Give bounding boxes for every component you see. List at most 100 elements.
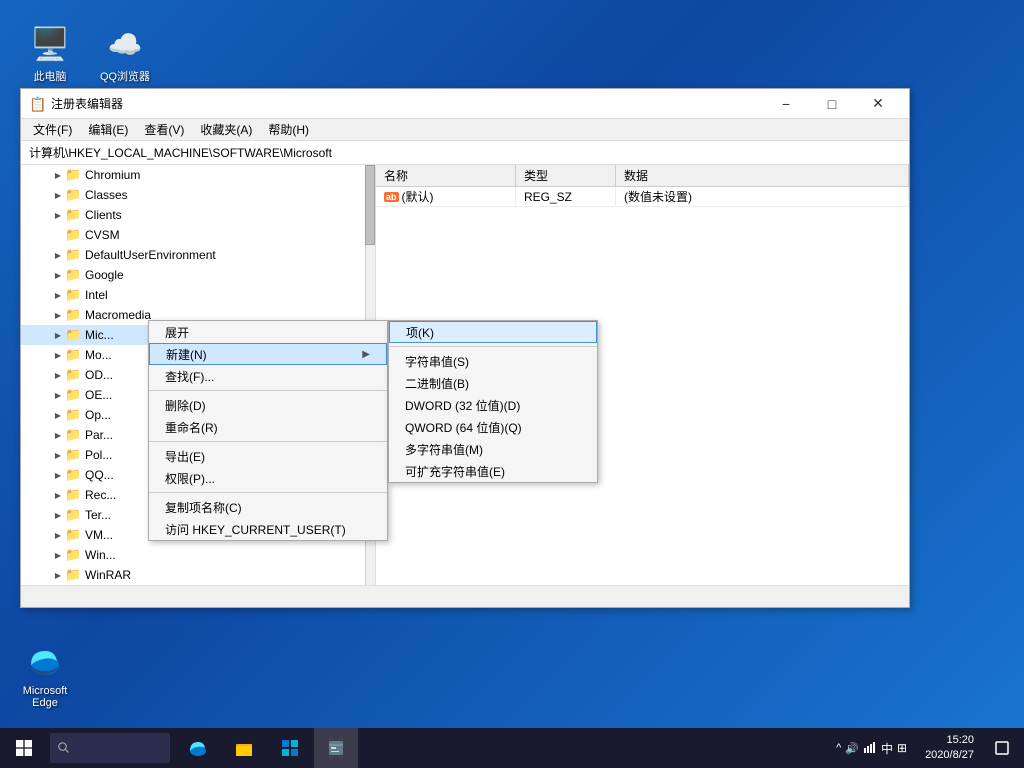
taskbar-store-button[interactable] [268,728,312,768]
ctx-sep-3 [149,492,387,493]
sub-item-binary[interactable]: 二进制值(B) [389,372,597,394]
table-row[interactable]: ab (默认) REG_SZ (数值未设置) [376,187,909,207]
edge-label: MicrosoftEdge [23,685,68,709]
desktop-icon-qq-browser[interactable]: ☁️ QQ浏览器 [90,20,160,88]
tree-arrow: ▶ [51,528,65,542]
taskbar: ^ 🔊 中 ⊞ 15:20 2020/8/27 [0,728,1024,768]
col-header-name: 名称 [376,165,516,186]
sub-sep-1 [389,346,597,347]
taskbar-explorer-button[interactable] [222,728,266,768]
taskbar-icons [172,728,362,768]
clock-date: 2020/8/27 [925,748,974,763]
sys-tray-icons: ^ 🔊 中 ⊞ [832,740,911,757]
ctx-rename[interactable]: 重命名(R) [149,416,387,438]
tray-network-icon[interactable] [863,740,877,757]
folder-icon: 📁 [65,267,81,283]
sub-item-dword[interactable]: DWORD (32 位值)(D) [389,394,597,416]
tray-lang-zh[interactable]: 中 [881,740,893,757]
tray-lang-switch[interactable]: ⊞ [897,741,907,755]
sub-item-string[interactable]: 字符串值(S) [389,350,597,372]
ctx-copy-name[interactable]: 复制项名称(C) [149,496,387,518]
store-icon [280,738,300,758]
menu-bar: 文件(F) 编辑(E) 查看(V) 收藏夹(A) 帮助(H) [21,119,909,141]
ctx-new[interactable]: 新建(N) ▶ [149,343,387,365]
cell-type: REG_SZ [516,187,616,206]
tree-arrow: ▶ [51,568,65,582]
tree-item-cvsm[interactable]: ▶ 📁 CVSM [21,225,375,245]
tree-label: Mic... [85,328,114,342]
minimize-button[interactable]: − [763,89,809,119]
tree-item-classes[interactable]: ▶ 📁 Classes [21,185,375,205]
menu-edit[interactable]: 编辑(E) [80,119,136,140]
taskbar-edge-button[interactable] [176,728,220,768]
menu-help[interactable]: 帮助(H) [260,119,317,140]
tree-label: DefaultUserEnvironment [85,248,216,262]
tree-label: Pol... [85,448,112,462]
tree-label: VM... [85,528,113,542]
tree-label: OD... [85,368,113,382]
sub-item-multistring[interactable]: 多字符串值(M) [389,438,597,460]
menu-view[interactable]: 查看(V) [136,119,192,140]
taskbar-clock[interactable]: 15:20 2020/8/27 [917,733,982,764]
tree-item-google[interactable]: ▶ 📁 Google [21,265,375,285]
ctx-expand[interactable]: 展开 [149,321,387,343]
folder-icon: 📁 [65,447,81,463]
tree-label: Op... [85,408,111,422]
folder-icon: 📁 [65,387,81,403]
folder-icon: 📁 [65,207,81,223]
desktop-icon-edge[interactable]: MicrosoftEdge [10,637,80,713]
tree-label: WinRAR [85,568,131,582]
tree-label: Mo... [85,348,112,362]
title-icon: 📋 [29,96,45,112]
sub-item-expandstring[interactable]: 可扩充字符串值(E) [389,460,597,482]
row-name: (默认) [402,188,434,205]
close-button[interactable]: ✕ [855,89,901,119]
status-bar [21,585,909,607]
tray-speaker-icon[interactable]: 🔊 [845,742,859,755]
tree-item-defaultuser[interactable]: ▶ 📁 DefaultUserEnvironment [21,245,375,265]
cell-data: (数值未设置) [616,187,909,206]
tree-item-winrar[interactable]: ▶ 📁 WinRAR [21,565,375,585]
tree-label: Clients [85,208,122,222]
tree-item-chromium[interactable]: ▶ 📁 Chromium [21,165,375,185]
ab-badge: ab [384,192,399,202]
tree-item-clients[interactable]: ▶ 📁 Clients [21,205,375,225]
tree-label: Rec... [85,488,116,502]
desktop: 🖥️ 此电脑 ☁️ QQ浏览器 MicrosoftEdge 📋 注册表编辑器 −… [0,0,1024,768]
maximize-button[interactable]: □ [809,89,855,119]
tree-label: Chromium [85,168,140,182]
tray-arrow[interactable]: ^ [836,742,841,754]
taskbar-regedit-button[interactable] [314,728,358,768]
ctx-delete[interactable]: 删除(D) [149,394,387,416]
sub-item-key[interactable]: 项(K) [389,321,597,343]
sub-item-qword[interactable]: QWORD (64 位值)(Q) [389,416,597,438]
start-button[interactable] [0,728,48,768]
ctx-export[interactable]: 导出(E) [149,445,387,467]
explorer-icon [234,738,254,758]
tree-item-intel[interactable]: ▶ 📁 Intel [21,285,375,305]
ctx-find[interactable]: 查找(F)... [149,365,387,387]
tree-label: OE... [85,388,112,402]
tree-item-win[interactable]: ▶ 📁 Win... [21,545,375,565]
notification-button[interactable] [988,728,1016,768]
tree-label: Macromedia [85,308,151,322]
ctx-access-hkcu[interactable]: 访问 HKEY_CURRENT_USER(T) [149,518,387,540]
tree-arrow: ▶ [51,388,65,402]
menu-file[interactable]: 文件(F) [25,119,80,140]
tree-arrow: ▶ [51,448,65,462]
desktop-icon-this-pc[interactable]: 🖥️ 此电脑 [15,20,85,88]
tree-arrow: ▶ [51,168,65,182]
clock-time: 15:20 [946,733,974,748]
folder-icon: 📁 [65,407,81,423]
folder-icon: 📁 [65,227,81,243]
folder-icon: 📁 [65,247,81,263]
submenu: 项(K) 字符串值(S) 二进制值(B) DWORD (32 位值)(D) QW… [388,320,598,483]
menu-favorites[interactable]: 收藏夹(A) [192,119,260,140]
tree-arrow: ▶ [51,188,65,202]
ctx-permissions[interactable]: 权限(P)... [149,467,387,489]
taskbar-search[interactable] [50,733,170,763]
tree-arrow: ▶ [51,468,65,482]
tree-arrow: ▶ [51,308,65,322]
address-bar[interactable]: 计算机\HKEY_LOCAL_MACHINE\SOFTWARE\Microsof… [21,141,909,165]
tree-label: Intel [85,288,108,302]
